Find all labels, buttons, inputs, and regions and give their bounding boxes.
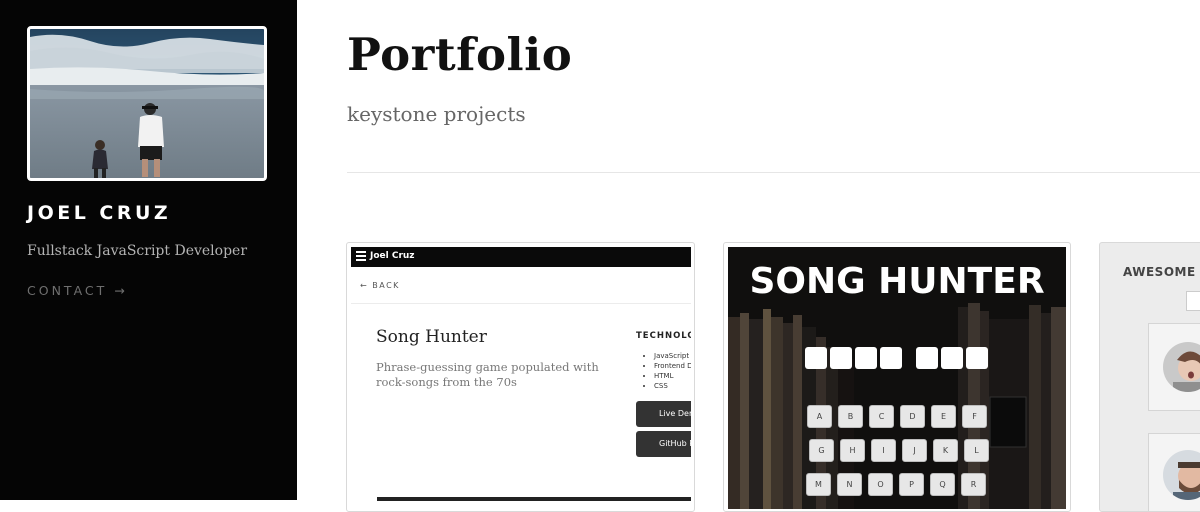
preview-profile-panel: [1148, 433, 1200, 511]
page-subtitle: keystone projects: [347, 102, 526, 126]
phrase-letter-tile: [805, 347, 827, 369]
phrase-letter-tile: [966, 347, 988, 369]
live-demo-button: Live Der: [636, 401, 691, 427]
key-n: N: [837, 473, 862, 496]
key-o: O: [868, 473, 893, 496]
preview-search-input: [1186, 291, 1200, 311]
key-m: M: [806, 473, 831, 496]
key-i: I: [871, 439, 896, 462]
key-p: P: [899, 473, 924, 496]
key-j: J: [902, 439, 927, 462]
project-screenshot: Joel Cruz ← BACK Song Hunter Phrase-gues…: [351, 247, 691, 509]
phrase-letter-tile: [916, 347, 938, 369]
project-card-awesome[interactable]: AWESOME S: [1099, 242, 1200, 512]
technology-item: HTML: [654, 371, 691, 381]
sidebar: JOEL CRUZ Fullstack JavaScript Developer…: [0, 0, 297, 500]
mini-divider: [351, 303, 691, 304]
technologies-list: JavaScript Frontend D HTML CSS: [644, 351, 691, 391]
divider: [347, 172, 1200, 173]
key-h: H: [840, 439, 865, 462]
game-title: SONG HUNTER: [749, 261, 1045, 302]
page-title: Portfolio: [347, 28, 573, 81]
developer-name: JOEL CRUZ: [27, 202, 172, 224]
technology-item: CSS: [654, 381, 691, 391]
key-k: K: [933, 439, 958, 462]
mini-navbar-brand: Joel Cruz: [370, 251, 415, 261]
phrase-letter-tile: [830, 347, 852, 369]
key-r: R: [961, 473, 986, 496]
key-g: G: [809, 439, 834, 462]
key-l: L: [964, 439, 989, 462]
avatar: [1163, 342, 1200, 392]
preview-profile-panel: [1148, 323, 1200, 411]
game-screenshot: SONG HUNTER A B C D E F G H I J K L M N …: [728, 247, 1066, 509]
technology-item: JavaScript: [654, 351, 691, 361]
project-preview-title: AWESOME S: [1123, 265, 1200, 279]
key-b: B: [838, 405, 863, 428]
hamburger-menu-icon: [356, 251, 366, 261]
key-c: C: [869, 405, 894, 428]
mini-navbar: Joel Cruz: [351, 247, 691, 267]
phrase-letter-tile: [880, 347, 902, 369]
developer-tagline: Fullstack JavaScript Developer: [27, 243, 248, 259]
contact-link[interactable]: CONTACT →: [27, 283, 128, 298]
profile-photo: [27, 26, 267, 181]
technologies-heading: TECHNOLO: [636, 331, 691, 341]
avatar: [1163, 450, 1200, 500]
key-e: E: [931, 405, 956, 428]
technology-item: Frontend D: [654, 361, 691, 371]
back-link: ← BACK: [360, 281, 400, 290]
phrase-letter-tile: [855, 347, 877, 369]
github-repo-button: GitHub Re: [636, 431, 691, 457]
mini-image-edge: [377, 497, 691, 501]
phrase-letter-tile: [941, 347, 963, 369]
key-q: Q: [930, 473, 955, 496]
key-d: D: [900, 405, 925, 428]
key-a: A: [807, 405, 832, 428]
project-title: Song Hunter: [376, 327, 487, 347]
project-card-song-hunter-detail[interactable]: Joel Cruz ← BACK Song Hunter Phrase-gues…: [346, 242, 695, 512]
project-description: Phrase-guessing game populated with rock…: [376, 360, 599, 389]
key-f: F: [962, 405, 987, 428]
project-card-song-hunter-game[interactable]: SONG HUNTER A B C D E F G H I J K L M N …: [723, 242, 1071, 512]
